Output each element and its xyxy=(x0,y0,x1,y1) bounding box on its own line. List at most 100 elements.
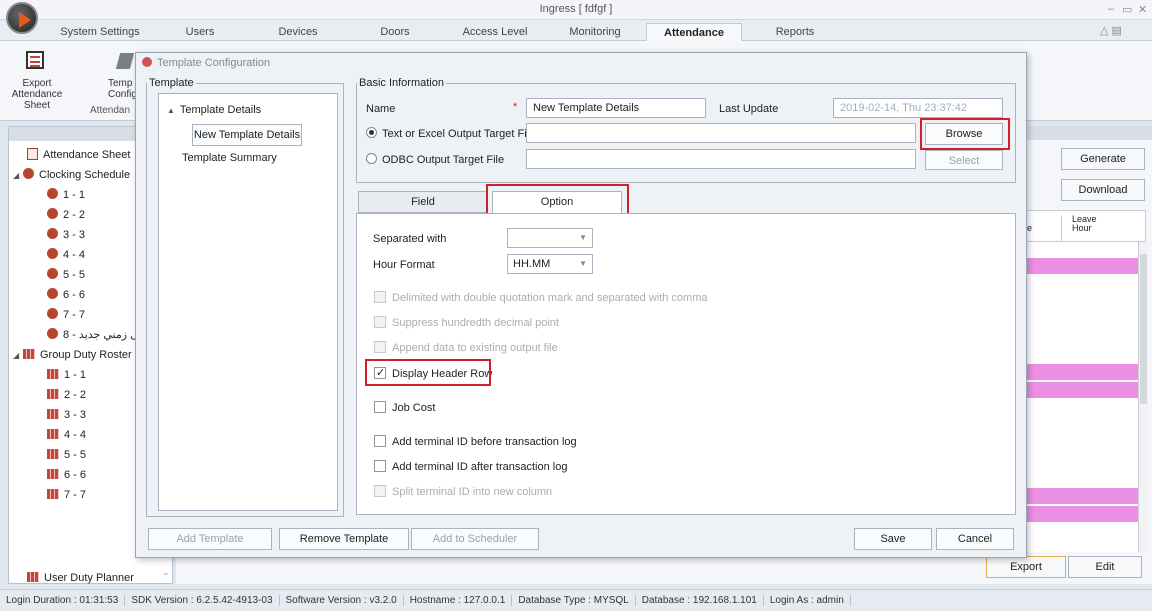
text-excel-path-input[interactable] xyxy=(526,123,916,143)
main-tabs: System Settings Users Devices Doors Acce… xyxy=(0,20,1152,41)
select-button[interactable]: Select xyxy=(925,150,1003,170)
opt-terminal-after[interactable]: Add terminal ID after transaction log xyxy=(374,460,567,473)
template-summary-node[interactable]: Template Summary xyxy=(182,152,277,164)
name-label: Name xyxy=(366,103,396,115)
name-input[interactable]: New Template Details xyxy=(526,98,706,118)
tree-label: 2 - 2 xyxy=(64,389,87,401)
table-row[interactable] xyxy=(1026,382,1138,398)
tab-reports[interactable]: Reports xyxy=(765,23,825,41)
tree-label: Group Duty Roster xyxy=(40,349,132,361)
tab-users[interactable]: Users xyxy=(170,23,230,41)
scrollbar-thumb[interactable] xyxy=(1140,254,1147,404)
status-database: Database : 192.168.1.101 xyxy=(635,595,764,606)
remove-template-button[interactable]: Remove Template xyxy=(279,528,409,550)
template-config-button[interactable]: Temp Config xyxy=(108,78,138,100)
tab-devices[interactable]: Devices xyxy=(268,23,328,41)
minimize-icon[interactable]: – xyxy=(1108,3,1114,15)
tab-monitoring[interactable]: Monitoring xyxy=(560,23,630,41)
text-excel-radio[interactable]: Text or Excel Output Target File xyxy=(366,127,535,140)
vertical-scrollbar[interactable] xyxy=(1138,242,1148,552)
close-icon[interactable]: ✕ xyxy=(1138,3,1147,16)
option-label: Delimited with double quotation mark and… xyxy=(392,292,708,304)
cancel-button[interactable]: Cancel xyxy=(936,528,1014,550)
collapse-icon[interactable]: ◢ xyxy=(13,346,23,366)
opt-suppress[interactable]: Suppress hundredth decimal point xyxy=(374,316,559,329)
app-menu-button[interactable] xyxy=(6,2,38,34)
opt-append[interactable]: Append data to existing output file xyxy=(374,341,558,354)
clock-icon xyxy=(47,248,58,259)
add-to-scheduler-button[interactable]: Add to Scheduler xyxy=(411,528,539,550)
clock-icon xyxy=(47,308,58,319)
radio-selected-icon xyxy=(366,127,377,138)
tab-access-level[interactable]: Access Level xyxy=(455,23,535,41)
table-row[interactable] xyxy=(1026,258,1138,274)
template-details-node[interactable]: ▲ Template Details xyxy=(167,104,261,116)
title-bar: Ingress [ fdfgf ] – ▭ ✕ xyxy=(0,0,1152,20)
add-template-button[interactable]: Add Template xyxy=(148,528,272,550)
export-button[interactable]: Export xyxy=(986,556,1066,578)
tree-label: 2 - 2 xyxy=(63,209,86,221)
ribbon-toggle-icon[interactable]: △ ▤ xyxy=(1100,24,1122,37)
save-button[interactable]: Save xyxy=(854,528,932,550)
col-hour-label: Hour xyxy=(1072,223,1092,233)
node-label: Template Details xyxy=(179,104,262,116)
restore-icon[interactable]: ▭ xyxy=(1122,3,1132,16)
clock-icon xyxy=(47,188,58,199)
generate-button[interactable]: Generate xyxy=(1061,148,1145,170)
tree-label: 7 - 7 xyxy=(64,489,87,501)
odbc-label: ODBC Output Target File xyxy=(382,154,505,166)
table-row[interactable] xyxy=(1026,364,1138,380)
roster-icon xyxy=(47,409,59,419)
required-mark: * xyxy=(513,101,518,113)
roster-icon xyxy=(47,429,59,439)
col-e: e xyxy=(1027,223,1033,233)
tab-field[interactable]: Field xyxy=(358,191,488,213)
roster-icon xyxy=(47,369,59,379)
export-label-2: Sheet xyxy=(23,100,51,111)
collapse-icon[interactable]: ◢ xyxy=(13,166,23,186)
col-leave-hour: Leave Hour xyxy=(1061,215,1111,241)
hour-format-combo[interactable]: HH.MM ▼ xyxy=(507,254,593,274)
option-label: Add terminal ID before transaction log xyxy=(392,436,577,448)
tab-system-settings[interactable]: System Settings xyxy=(55,23,145,41)
status-login-duration: Login Duration : 01:31:53 xyxy=(0,595,126,606)
tree-label: 5 - 5 xyxy=(64,449,87,461)
download-button[interactable]: Download xyxy=(1061,179,1145,201)
opt-split-terminal[interactable]: Split terminal ID into new column xyxy=(374,485,552,498)
option-label: Add terminal ID after transaction log xyxy=(392,461,568,473)
radio-icon xyxy=(366,153,377,164)
odbc-radio[interactable]: ODBC Output Target File xyxy=(366,153,504,166)
ribbon-group-label: Attendan xyxy=(90,105,131,116)
basic-information-label: Basic Information xyxy=(357,77,446,89)
opt-terminal-before[interactable]: Add terminal ID before transaction log xyxy=(374,435,577,448)
browse-highlight xyxy=(920,118,1010,150)
option-label: Append data to existing output file xyxy=(392,342,558,354)
tab-attendance[interactable]: Attendance xyxy=(646,23,742,41)
checkbox-icon xyxy=(374,435,386,447)
separated-combo[interactable]: ▼ xyxy=(507,228,593,248)
option-panel: Separated with ▼ Hour Format HH.MM ▼ Deli… xyxy=(356,213,1016,515)
opt-delimited[interactable]: Delimited with double quotation mark and… xyxy=(374,291,708,304)
status-hostname: Hostname : 127.0.0.1 xyxy=(403,595,513,606)
opt-job-cost[interactable]: Job Cost xyxy=(374,401,435,414)
table-row[interactable] xyxy=(1026,488,1138,504)
tree-scroll-down-icon[interactable]: ⌄ xyxy=(162,567,170,578)
last-update-label: Last Update xyxy=(719,103,779,115)
odbc-input[interactable] xyxy=(526,149,916,169)
collapse-icon[interactable]: ▲ xyxy=(167,106,177,115)
clock-icon xyxy=(47,228,58,239)
edit-button[interactable]: Edit xyxy=(1068,556,1142,578)
tab-doors[interactable]: Doors xyxy=(370,23,420,41)
new-template-details-item[interactable]: New Template Details xyxy=(192,124,302,146)
table-row[interactable] xyxy=(1026,506,1138,522)
template-configuration-dialog: Template Configuration Template ▲ Templa… xyxy=(135,52,1027,558)
dialog-icon xyxy=(142,57,152,67)
tree-label: 4 - 4 xyxy=(63,249,86,261)
tree-user-duty-planner[interactable]: User Duty Planner xyxy=(27,572,134,584)
export-attendance-button[interactable]: Export Attendance Sheet xyxy=(4,78,70,111)
checkbox-icon xyxy=(374,485,386,497)
checkbox-icon xyxy=(374,401,386,413)
user-duty-icon xyxy=(27,572,39,582)
export-label-1: Export Attendance xyxy=(11,78,63,100)
tree-label: 7 - 7 xyxy=(63,309,86,321)
